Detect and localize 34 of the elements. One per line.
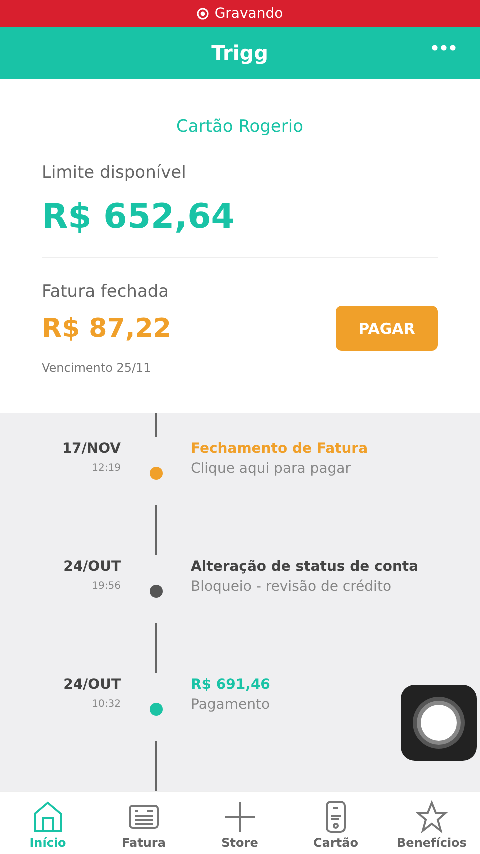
tab-item[interactable]: Cartão <box>288 792 384 854</box>
event-date: 24/OUT <box>64 677 121 694</box>
plus-icon <box>223 800 257 834</box>
tab-item[interactable]: Fatura <box>96 792 192 854</box>
tab-item[interactable]: Store <box>192 792 288 854</box>
event-subtitle: Clique aqui para pagar <box>191 461 352 478</box>
home-icon <box>31 800 65 834</box>
event-time: 10:32 <box>92 699 121 710</box>
timeline-item[interactable]: 24/OUT 19:56 Alteração de status de conta Bloqueio - revisão de crédito <box>0 559 480 606</box>
event-time: 12:19 <box>92 463 121 474</box>
event-title: R$ 691,46 <box>191 677 272 694</box>
event-subtitle: Pagamento <box>191 697 272 714</box>
app-title: Trigg <box>212 41 268 66</box>
event-subtitle: Bloqueio - revisão de crédito <box>191 579 393 596</box>
timeline-item[interactable]: 17/NOV 12:19 Fechamento de Fatura Clique aqui para pagar <box>0 441 480 488</box>
event-date: 17/NOV <box>62 441 121 458</box>
event-title: Alteração de status de conta <box>191 559 420 576</box>
star-icon <box>415 800 449 834</box>
circle-icon <box>412 696 466 750</box>
due-date: Vencimento 25/11 <box>42 361 152 376</box>
card-name: Cartão Rogerio <box>176 117 304 138</box>
limit-label: Limite disponível <box>42 163 188 184</box>
event-title: Fechamento de Fatura <box>191 441 370 458</box>
tab-item[interactable]: Benefícios <box>384 792 480 854</box>
more-icon <box>432 45 456 52</box>
assistive-touch-button[interactable] <box>401 685 477 761</box>
limit-value: R$ 652,64 <box>42 197 236 238</box>
recording-label: Gravando <box>214 6 284 22</box>
event-date: 24/OUT <box>64 559 121 576</box>
timeline-item[interactable]: 24/OUT 10:32 R$ 691,46 Pagamento <box>0 677 480 724</box>
record-icon <box>196 8 209 20</box>
invoice-value: R$ 87,22 <box>42 314 172 344</box>
event-time: 19:56 <box>92 581 121 592</box>
invoice-label: Fatura fechada <box>42 282 170 302</box>
